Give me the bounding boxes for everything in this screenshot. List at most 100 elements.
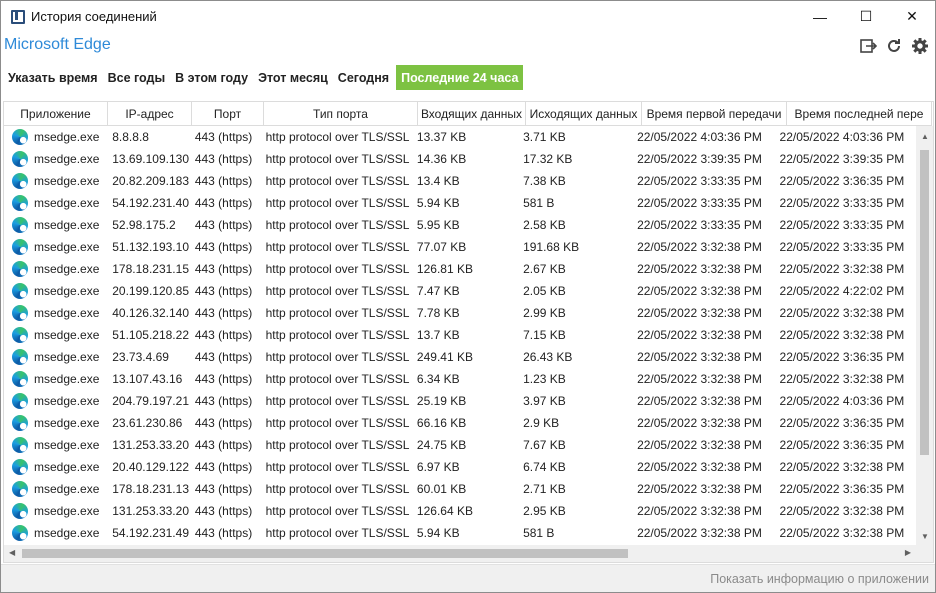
edge-browser-icon — [12, 239, 28, 255]
connections-table: Приложение IP-адрес Порт Тип порта Входящих … — [3, 101, 934, 563]
edge-browser-icon — [12, 195, 28, 211]
refresh-icon[interactable] — [885, 37, 903, 55]
app-name-text: msedge.exe — [34, 262, 100, 276]
horizontal-scroll-thumb[interactable] — [22, 549, 628, 558]
col-first-time-cell: 22/05/2022 3:32:38 PM — [637, 482, 762, 496]
col-app-cell: msedge.exe — [4, 525, 106, 541]
edge-browser-icon — [12, 437, 28, 453]
table-row[interactable]: msedge.exe 178.18.231.137 443 (https) http … — [4, 478, 916, 500]
col-app-cell: msedge.exe — [4, 327, 106, 343]
col-last-time-cell: 22/05/2022 3:36:35 PM — [779, 482, 905, 496]
col-ip-cell: 51.105.218.222 — [112, 328, 189, 342]
table-row[interactable]: msedge.exe 54.192.231.49 443 (https) http p… — [4, 522, 916, 544]
column-header-app[interactable]: Приложение — [4, 102, 108, 126]
app-name-text: msedge.exe — [34, 306, 100, 320]
col-port-type-cell: http protocol over TLS/SSL — [265, 526, 410, 540]
maximize-button[interactable]: ☐ — [843, 1, 889, 32]
close-button[interactable]: ✕ — [889, 1, 935, 32]
table-row[interactable]: msedge.exe 54.192.231.40 443 (https) http p… — [4, 192, 916, 214]
col-last-time-cell: 22/05/2022 3:32:38 PM — [779, 372, 905, 386]
scroll-up-icon[interactable]: ▲ — [921, 132, 929, 141]
footer-bar: Показать информацию о приложении — [1, 564, 935, 592]
edge-browser-icon — [12, 371, 28, 387]
col-port-type-cell: http protocol over TLS/SSL — [265, 504, 410, 518]
table-row[interactable]: msedge.exe 20.40.129.122 443 (https) http p… — [4, 456, 916, 478]
filter-last-24-hours[interactable]: Последние 24 часа — [396, 65, 524, 90]
column-header-incoming[interactable]: Входящих данных — [418, 102, 526, 126]
app-name-text: msedge.exe — [34, 196, 100, 210]
filter-custom-time[interactable]: Указать время — [3, 65, 103, 90]
col-outgoing-cell: 581 B — [523, 526, 555, 540]
col-outgoing-cell: 7.67 KB — [523, 438, 566, 452]
col-ip-cell: 178.18.231.137 — [112, 482, 189, 496]
scroll-down-icon[interactable]: ▼ — [921, 532, 929, 541]
col-first-time-cell: 22/05/2022 3:32:38 PM — [637, 240, 762, 254]
filter-all-years[interactable]: Все годы — [103, 65, 171, 90]
col-outgoing-cell: 191.68 KB — [523, 240, 580, 254]
filter-this-month[interactable]: Этот месяц — [253, 65, 333, 90]
col-last-time-cell: 22/05/2022 3:32:38 PM — [779, 460, 905, 474]
col-port-cell: 443 (https) — [194, 438, 253, 452]
filter-this-year[interactable]: В этом году — [170, 65, 253, 90]
col-last-time-cell: 22/05/2022 3:32:38 PM — [779, 526, 905, 540]
table-row[interactable]: msedge.exe 178.18.231.152 443 (https) http … — [4, 258, 916, 280]
export-icon[interactable] — [859, 37, 877, 55]
col-app-cell: msedge.exe — [4, 305, 106, 321]
table-row[interactable]: msedge.exe 131.253.33.200 443 (https) http … — [4, 500, 916, 522]
table-row[interactable]: msedge.exe 52.98.175.2 443 (https) http pro… — [4, 214, 916, 236]
table-row[interactable]: msedge.exe 13.107.43.16 443 (https) http pr… — [4, 368, 916, 390]
filter-today[interactable]: Сегодня — [333, 65, 394, 90]
table-row[interactable]: msedge.exe 23.61.230.86 443 (https) http pr… — [4, 412, 916, 434]
col-ip-cell: 13.107.43.16 — [112, 372, 183, 386]
col-outgoing-cell: 2.05 KB — [523, 284, 566, 298]
column-header-ip[interactable]: IP-адрес — [108, 102, 192, 126]
col-outgoing-cell: 7.15 KB — [523, 328, 566, 342]
col-ip-cell: 54.192.231.49 — [112, 526, 189, 540]
show-app-info-link[interactable]: Показать информацию о приложении — [710, 572, 929, 586]
scroll-right-icon[interactable]: ▶ — [905, 548, 911, 557]
app-name-text: msedge.exe — [34, 438, 100, 452]
column-header-last-time[interactable]: Время последней пере — [787, 102, 932, 126]
col-port-cell: 443 (https) — [194, 196, 253, 210]
table-row[interactable]: msedge.exe 13.69.109.130 443 (https) http p… — [4, 148, 916, 170]
minimize-button[interactable]: — — [797, 1, 843, 32]
col-first-time-cell: 22/05/2022 3:33:35 PM — [637, 196, 762, 210]
col-first-time-cell: 22/05/2022 3:32:38 PM — [637, 328, 762, 342]
column-header-port-type[interactable]: Тип порта — [264, 102, 418, 126]
table-row[interactable]: msedge.exe 20.82.209.183 443 (https) http p… — [4, 170, 916, 192]
col-ip-cell: 8.8.8.8 — [112, 130, 149, 144]
vertical-scrollbar[interactable]: ▲ ▼ — [916, 126, 933, 545]
table-row[interactable]: msedge.exe 23.73.4.69 443 (https) http prot… — [4, 346, 916, 368]
app-name-text: msedge.exe — [34, 284, 100, 298]
table-row[interactable]: msedge.exe 8.8.8.8 443 (https) http protoco… — [4, 126, 916, 148]
col-first-time-cell: 22/05/2022 3:32:38 PM — [637, 416, 762, 430]
settings-icon[interactable] — [911, 37, 929, 55]
col-port-type-cell: http protocol over TLS/SSL — [265, 372, 410, 386]
col-incoming-cell: 126.64 KB — [416, 504, 473, 518]
col-port-type-cell: http protocol over TLS/SSL — [265, 416, 410, 430]
table-row[interactable]: msedge.exe 51.105.218.222 443 (https) http … — [4, 324, 916, 346]
table-row[interactable]: msedge.exe 131.253.33.203 443 (https) http … — [4, 434, 916, 456]
col-port-type-cell: http protocol over TLS/SSL — [265, 174, 410, 188]
edge-browser-icon — [12, 305, 28, 321]
col-first-time-cell: 22/05/2022 4:03:36 PM — [637, 130, 762, 144]
edge-browser-icon — [12, 481, 28, 497]
table-header: Приложение IP-адрес Порт Тип порта Входящих … — [4, 102, 932, 126]
vertical-scroll-thumb[interactable] — [920, 150, 929, 455]
table-row[interactable]: msedge.exe 204.79.197.219 443 (https) http … — [4, 390, 916, 412]
column-header-outgoing[interactable]: Исходящих данных — [526, 102, 642, 126]
scroll-left-icon[interactable]: ◀ — [9, 548, 15, 557]
app-name-text: msedge.exe — [34, 526, 100, 540]
app-name-text: msedge.exe — [34, 240, 100, 254]
col-incoming-cell: 77.07 KB — [416, 240, 467, 254]
column-header-port[interactable]: Порт — [192, 102, 264, 126]
table-row[interactable]: msedge.exe 20.199.120.85 443 (https) http p… — [4, 280, 916, 302]
table-row[interactable]: msedge.exe 40.126.32.140 443 (https) http p… — [4, 302, 916, 324]
col-incoming-cell: 14.36 KB — [416, 152, 467, 166]
app-name-text: msedge.exe — [34, 174, 100, 188]
column-header-first-time[interactable]: Время первой передачи — [642, 102, 787, 126]
col-last-time-cell: 22/05/2022 4:03:36 PM — [779, 130, 905, 144]
col-outgoing-cell: 2.67 KB — [523, 262, 566, 276]
horizontal-scrollbar[interactable]: ◀ ▶ — [4, 545, 916, 562]
table-row[interactable]: msedge.exe 51.132.193.104 443 (https) http … — [4, 236, 916, 258]
